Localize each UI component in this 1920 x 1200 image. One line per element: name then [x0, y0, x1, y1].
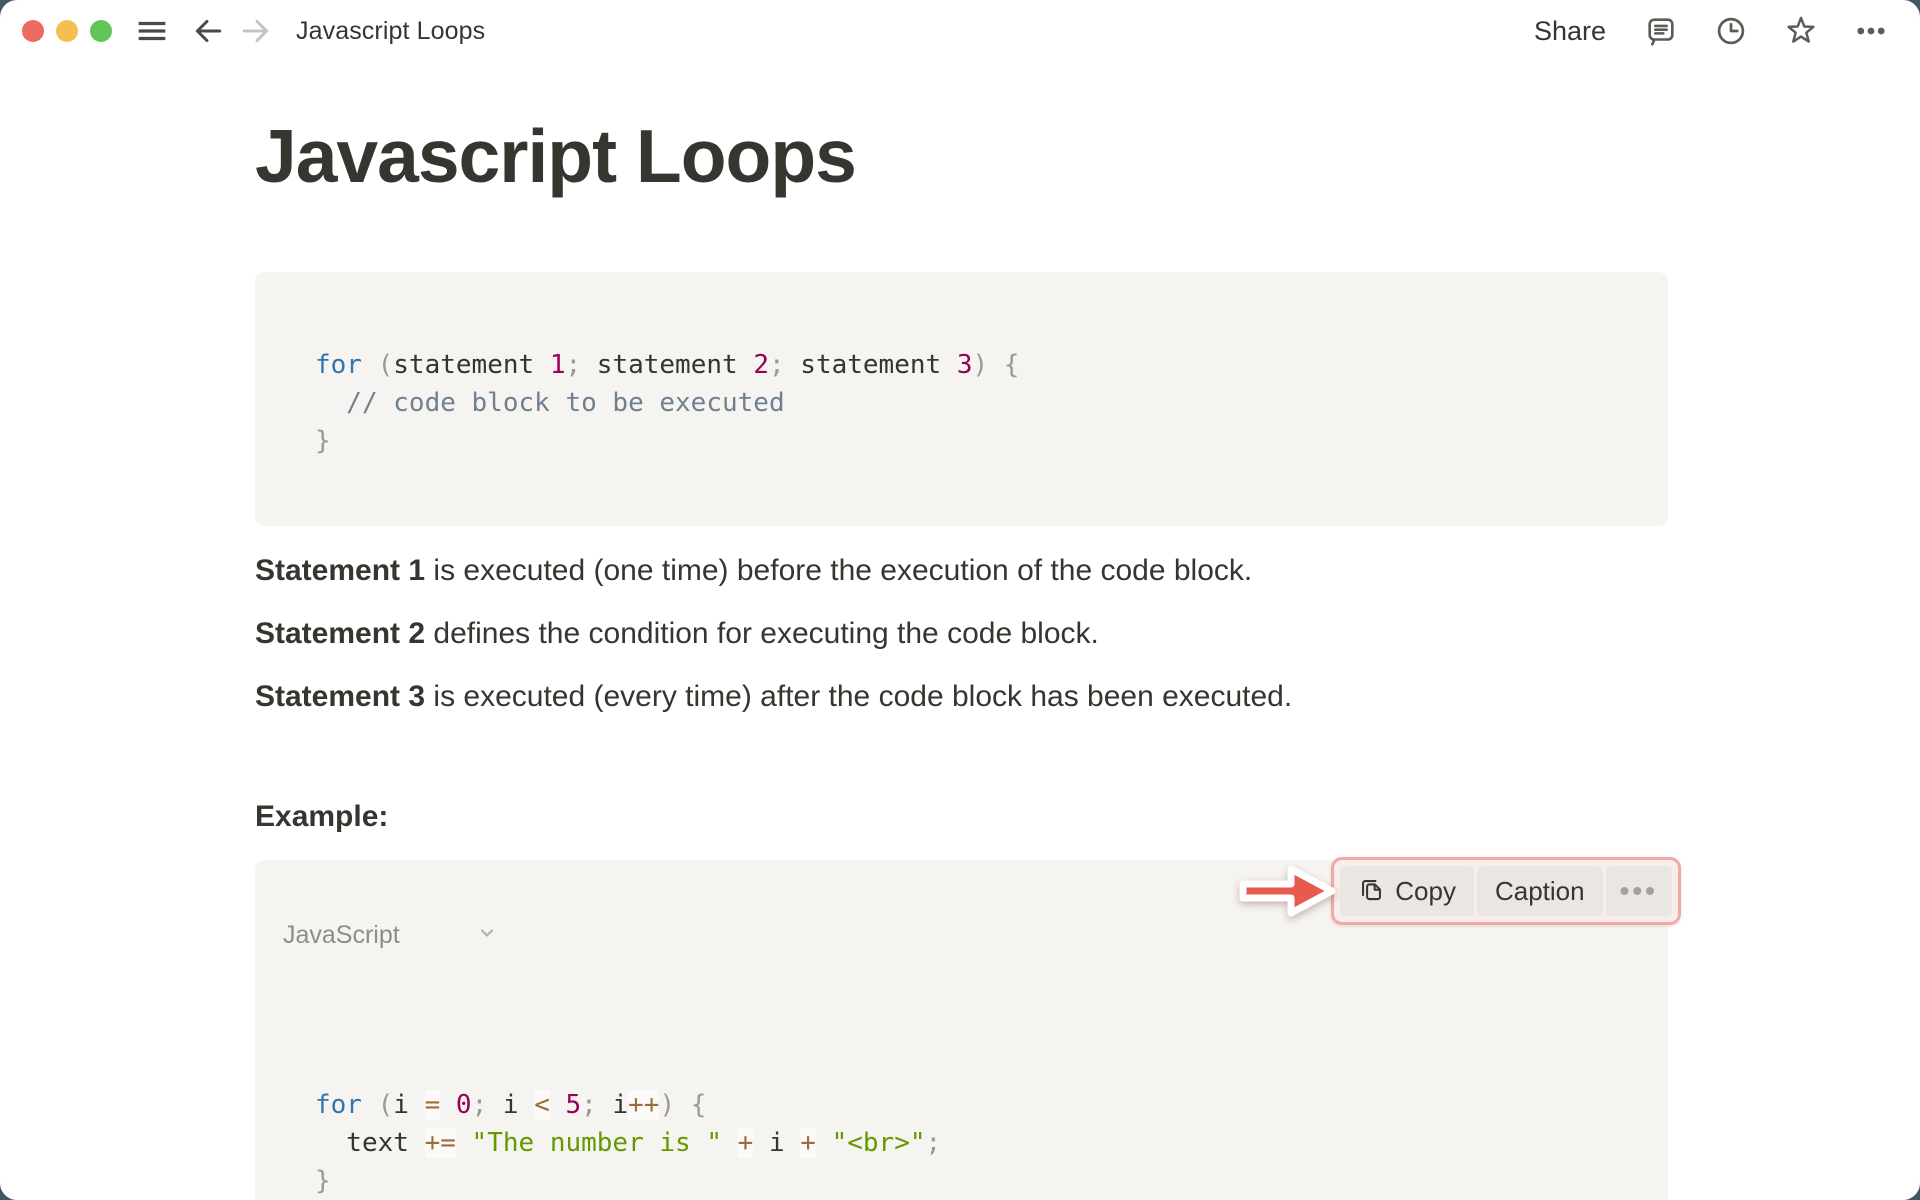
code-line: // code block to be executed: [315, 384, 1608, 422]
window-titlebar: Javascript Loops Share: [0, 0, 1920, 62]
code-token: [456, 1128, 472, 1158]
statement-1-text: is executed (one time) before the execut…: [425, 554, 1252, 587]
code-hover-toolbar-callout: Copy Caption •••: [1235, 854, 1681, 928]
paragraph-statement-3: Statement 3 is executed (every time) aft…: [255, 678, 1668, 716]
code-token: }: [315, 426, 331, 456]
code-token: for: [315, 1090, 362, 1120]
code-token: statement: [393, 350, 550, 380]
copy-button[interactable]: Copy: [1340, 866, 1474, 916]
code-block-example[interactable]: JavaScript for (i = 0; i < 5; i++) { tex…: [255, 860, 1668, 1200]
traffic-lights: [22, 20, 112, 42]
minimize-window-button[interactable]: [56, 20, 78, 42]
paragraph-statement-2: Statement 2 defines the condition for ex…: [255, 615, 1668, 653]
statement-3-text: is executed (every time) after the code …: [425, 680, 1292, 713]
code-line: }: [315, 1162, 1608, 1200]
page-title[interactable]: Javascript Loops: [255, 106, 1668, 206]
code-token: statement: [785, 350, 957, 380]
code-token: [362, 1090, 378, 1120]
code-token: ;: [565, 350, 581, 380]
body-paragraphs: Statement 1 is executed (one time) befor…: [255, 552, 1668, 716]
share-button[interactable]: Share: [1534, 16, 1606, 47]
ellipsis-icon: •••: [1620, 877, 1658, 905]
code-token: ;: [926, 1128, 942, 1158]
code-token: "The number is ": [472, 1128, 722, 1158]
code-token: [988, 350, 1004, 380]
code-token: ;: [581, 1090, 597, 1120]
code-more-options-button[interactable]: •••: [1606, 866, 1672, 916]
code-toolbar-highlight-box: Copy Caption •••: [1331, 857, 1681, 925]
code-token: i: [597, 1090, 628, 1120]
code-token: for: [315, 350, 362, 380]
nav-buttons: [192, 15, 272, 47]
code-token: i: [393, 1090, 424, 1120]
statement-2-bold: Statement 2: [255, 617, 425, 650]
code-token: i: [753, 1128, 800, 1158]
code-token: ;: [472, 1090, 488, 1120]
more-options-icon[interactable]: [1854, 14, 1888, 48]
code-token: [550, 1090, 566, 1120]
code-token: (: [378, 350, 394, 380]
back-arrow-icon[interactable]: [192, 15, 224, 47]
code-token: {: [1004, 350, 1020, 380]
code-token: ): [659, 1090, 675, 1120]
code-token: (: [378, 1090, 394, 1120]
breadcrumb-page-title: Javascript Loops: [296, 17, 485, 46]
zoom-window-button[interactable]: [90, 20, 112, 42]
code-line: for (statement 1; statement 2; statement…: [315, 346, 1608, 384]
code-block-syntax[interactable]: for (statement 1; statement 2; statement…: [255, 272, 1668, 526]
code-token: 0: [456, 1090, 472, 1120]
hamburger-menu-icon[interactable]: [136, 15, 168, 47]
code-token: +: [800, 1128, 816, 1158]
code-token: "<br>": [832, 1128, 926, 1158]
copy-button-label: Copy: [1395, 878, 1456, 904]
close-window-button[interactable]: [22, 20, 44, 42]
forward-arrow-icon[interactable]: [240, 15, 272, 47]
code-token: ): [972, 350, 988, 380]
code-token: [722, 1128, 738, 1158]
statement-2-text: defines the condition for executing the …: [425, 617, 1099, 650]
code-token: 1: [550, 350, 566, 380]
statement-3-bold: Statement 3: [255, 680, 425, 713]
paragraph-statement-1: Statement 1 is executed (one time) befor…: [255, 552, 1668, 590]
language-selector[interactable]: JavaScript: [283, 878, 497, 992]
code-token: text: [315, 1128, 425, 1158]
code-lines: for (i = 0; i < 5; i++) { text += "The n…: [315, 1086, 1608, 1200]
code-token: [362, 350, 378, 380]
caption-button-label: Caption: [1495, 878, 1585, 904]
code-token: 5: [566, 1090, 582, 1120]
titlebar-actions: [1644, 14, 1888, 48]
code-token: statement: [581, 350, 753, 380]
code-token: i: [487, 1090, 534, 1120]
red-tutorial-arrow-icon: [1235, 854, 1339, 928]
page-content: Javascript Loops for (statement 1; state…: [255, 106, 1668, 1200]
code-token: [816, 1128, 832, 1158]
code-token: 2: [753, 350, 769, 380]
code-token: // code block to be executed: [315, 388, 785, 418]
code-token: <: [534, 1090, 550, 1120]
statement-1-bold: Statement 1: [255, 554, 425, 587]
code-token: [675, 1090, 691, 1120]
comment-icon[interactable]: [1644, 14, 1678, 48]
code-token: }: [315, 1166, 331, 1196]
language-label: JavaScript: [283, 916, 400, 954]
code-token: ;: [769, 350, 785, 380]
code-line: }: [315, 422, 1608, 460]
duplicate-pages-icon: [1358, 876, 1385, 907]
code-line: text += "The number is " + i + "<br>";: [315, 1124, 1608, 1162]
caption-button[interactable]: Caption: [1477, 866, 1603, 916]
example-label: Example:: [255, 798, 1668, 836]
code-token: {: [691, 1090, 707, 1120]
history-clock-icon[interactable]: [1714, 14, 1748, 48]
code-token: +: [738, 1128, 754, 1158]
code-token: +=: [425, 1128, 456, 1158]
code-token: 3: [957, 350, 973, 380]
code-line: for (i = 0; i < 5; i++) {: [315, 1086, 1608, 1124]
code-token: ++: [628, 1090, 659, 1120]
star-favorite-icon[interactable]: [1784, 14, 1818, 48]
code-token: =: [425, 1090, 441, 1120]
chevron-down-icon: [408, 878, 497, 992]
code-token: [440, 1090, 456, 1120]
app-window: Javascript Loops Share: [0, 0, 1920, 1200]
